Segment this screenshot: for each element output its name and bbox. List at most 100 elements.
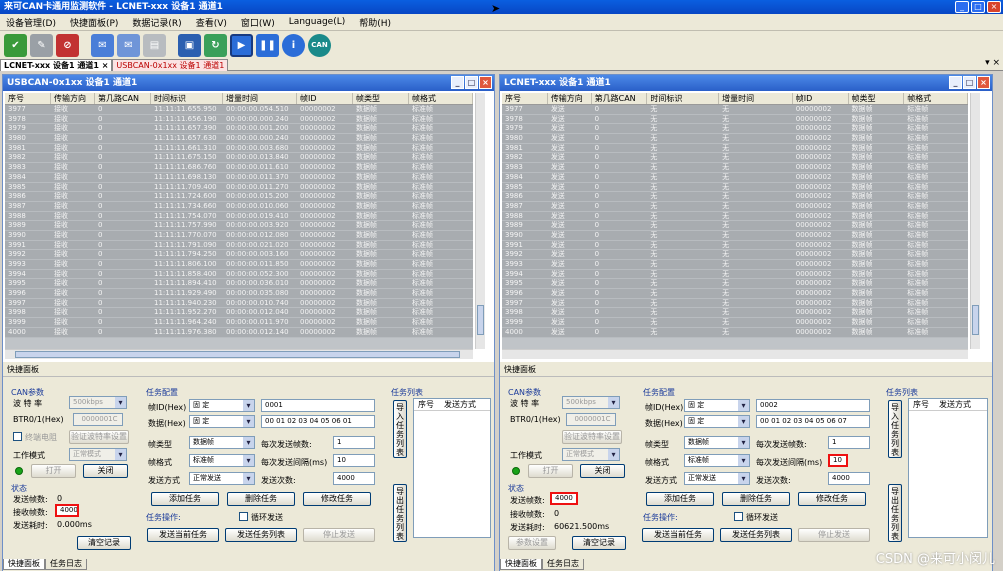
tab-lcnet[interactable]: LCNET-xxx 设备1 通道1 × <box>0 59 113 71</box>
table-row[interactable]: 3992 接收 0 11:11:11.794.250 00:00:00.003.160 0… <box>5 250 473 260</box>
tab-usbcan[interactable]: USBCAN-0x1xx 设备1 通道1 <box>112 59 229 71</box>
horizontal-scrollbar[interactable] <box>502 349 968 359</box>
scroll-thumb[interactable] <box>972 305 979 335</box>
close-icon[interactable]: × <box>977 76 990 89</box>
table-row[interactable]: 3990 发送 0 无 无 00000002 数据帧 标准帧 <box>502 230 968 241</box>
close-icon[interactable]: × <box>987 1 1001 13</box>
table-row[interactable]: 3980 发送 0 无 无 00000002 数据帧 标准帧 <box>502 134 968 144</box>
menu-view[interactable]: 查看(V) <box>196 16 227 29</box>
table-row[interactable]: 3995 发送 0 无 无 00000002 数据帧 标准帧 <box>502 279 968 290</box>
frame-id-input[interactable]: 0001 <box>261 399 375 412</box>
can-logo-icon[interactable]: CAN <box>308 33 331 57</box>
data-input[interactable]: 00 01 02 03 04 05 06 07 <box>756 415 870 428</box>
delete-task-button[interactable]: 删除任务 <box>722 492 790 506</box>
table-row[interactable]: 3997 接收 0 11:11:11.940.230 00:00:00.010.740 0… <box>5 298 473 309</box>
param-settings-button[interactable]: 参数设置 <box>508 536 556 550</box>
message-grid[interactable]: 序号 传输方向 第几路CAN 时间标识 增量时间 帧ID 帧类型 帧格式 3977 发送 0 无无 0… <box>502 93 968 349</box>
clear-record-button[interactable]: 清空记录 <box>77 536 131 550</box>
table-row[interactable]: 3983 发送 0 无 无 00000002 数据帧 标准帧 <box>502 163 968 173</box>
baud-select[interactable]: 500kbps <box>562 396 620 409</box>
table-row[interactable]: 3994 发送 0 无 无 00000002 数据帧 标准帧 <box>502 269 968 280</box>
close-button[interactable]: 关闭 <box>580 464 625 478</box>
column-header[interactable]: 帧格式 <box>904 93 968 104</box>
frame-type-select[interactable]: 数据帧 <box>189 436 255 449</box>
minimize-icon[interactable]: _ <box>955 1 969 13</box>
menu-window[interactable]: 窗口(W) <box>241 16 275 29</box>
export-task-list-button[interactable]: 导出任务列表 <box>888 484 902 542</box>
tab-scroll-icon[interactable]: ▾ × <box>985 58 1000 68</box>
frame-format-select[interactable]: 标准帧 <box>684 454 750 467</box>
send-current-task-button[interactable]: 发送当前任务 <box>147 528 219 542</box>
modify-task-button[interactable]: 修改任务 <box>798 492 866 506</box>
table-row[interactable]: 3991 发送 0 无 无 00000002 数据帧 标准帧 <box>502 240 968 251</box>
tab-quick-panel[interactable]: 快捷面板 <box>3 559 45 570</box>
frame-format-select[interactable]: 标准帧 <box>189 454 255 467</box>
column-header[interactable]: 序号 <box>5 93 51 104</box>
table-row[interactable]: 3981 接收 0 11:11:11.661.310 00:00:00.003.680 0… <box>5 143 473 154</box>
table-row[interactable]: 3995 接收 0 11:11:11.894.410 00:00:00.036.010 0… <box>5 279 473 290</box>
table-row[interactable]: 3979 发送 0 无 无 00000002 数据帧 标准帧 <box>502 124 968 135</box>
table-row[interactable]: 3997 发送 0 无 无 00000002 数据帧 标准帧 <box>502 298 968 309</box>
modify-task-button[interactable]: 修改任务 <box>303 492 371 506</box>
send-interval-input[interactable]: 10 <box>828 454 848 467</box>
close-button[interactable]: 关闭 <box>83 464 128 478</box>
export-task-list-button[interactable]: 导出任务列表 <box>393 484 407 542</box>
frame-id-mode-select[interactable]: 固 定 <box>189 399 255 412</box>
import-task-list-button[interactable]: 导入任务列表 <box>393 400 407 458</box>
open-button[interactable]: 打开 <box>31 464 76 478</box>
table-row[interactable]: 3991 接收 0 11:11:11.791.090 00:00:00.021.020 0… <box>5 240 473 251</box>
frame-id-input[interactable]: 0002 <box>756 399 870 412</box>
table-row[interactable]: 3978 发送 0 无 无 00000002 数据帧 标准帧 <box>502 114 968 125</box>
table-row[interactable]: 3989 接收 0 11:11:11.757.990 00:00:00.003.920 0… <box>5 221 473 231</box>
data-mode-select[interactable]: 固 定 <box>684 415 750 428</box>
close-icon[interactable]: × <box>479 76 492 89</box>
send-times-input[interactable]: 4000 <box>333 472 375 485</box>
table-row[interactable]: 4000 接收 0 11:11:11.976.380 00:00:00.012.140 0… <box>5 327 473 338</box>
terminal-resistor-checkbox[interactable] <box>13 432 22 441</box>
table-row[interactable]: 3982 发送 0 无 无 00000002 数据帧 标准帧 <box>502 153 968 164</box>
table-row[interactable]: 3986 接收 0 11:11:11.724.600 00:00:00.015.200 0… <box>5 192 473 202</box>
clear-record-button[interactable]: 清空记录 <box>572 536 626 550</box>
baud-select[interactable]: 500kbps <box>69 396 127 409</box>
send-all-icon[interactable]: ✉ <box>117 33 140 57</box>
table-row[interactable]: 3977 接收 0 11:11:11.655.950 00:00:00.054.510 0… <box>5 105 473 115</box>
table-row[interactable]: 3998 发送 0 无 无 00000002 数据帧 标准帧 <box>502 308 968 319</box>
table-row[interactable]: 3980 接收 0 11:11:11.657.630 00:00:00.000.240 0… <box>5 134 473 144</box>
task-list-table[interactable]: 序号 发送方式 <box>908 398 988 538</box>
loop-send-checkbox[interactable] <box>239 512 248 521</box>
send-task-list-button[interactable]: 发送任务列表 <box>225 528 297 542</box>
stop-send-button[interactable]: 停止发送 <box>303 528 375 542</box>
column-header[interactable]: 帧格式 <box>409 93 473 104</box>
table-row[interactable]: 3990 接收 0 11:11:11.770.070 00:00:00.012.080 0… <box>5 230 473 241</box>
task-list-table[interactable]: 序号 发送方式 <box>413 398 491 538</box>
column-header[interactable]: 时间标识 <box>151 93 223 104</box>
open-button[interactable]: 打开 <box>528 464 573 478</box>
check-icon[interactable]: ✔ <box>4 33 27 57</box>
btr-input[interactable]: 0000001C <box>73 413 123 426</box>
column-header[interactable]: 帧类型 <box>353 93 409 104</box>
stop-icon[interactable]: ⊘ <box>56 33 79 57</box>
column-header[interactable]: 帧ID <box>793 93 849 104</box>
scroll-thumb[interactable] <box>477 305 484 335</box>
restore-icon[interactable]: □ <box>963 76 976 89</box>
tab-quick-panel[interactable]: 快捷面板 <box>500 559 542 570</box>
column-header[interactable]: 增量时间 <box>223 93 297 104</box>
tab-task-log[interactable]: 任务日志 <box>542 559 584 570</box>
send-mode-select[interactable]: 正常发送 <box>189 472 255 485</box>
verify-baud-button[interactable]: 验证波特率设置 <box>562 430 622 444</box>
table-row[interactable]: 3999 发送 0 无 无 00000002 数据帧 标准帧 <box>502 318 968 328</box>
frames-per-send-input[interactable]: 1 <box>828 436 870 449</box>
table-row[interactable]: 3984 发送 0 无 无 00000002 数据帧 标准帧 <box>502 172 968 183</box>
verify-baud-button[interactable]: 验证波特率设置 <box>69 430 129 444</box>
send-mode-select[interactable]: 正常发送 <box>684 472 750 485</box>
table-row[interactable]: 3994 接收 0 11:11:11.858.400 00:00:00.052.300 0… <box>5 269 473 280</box>
table-row[interactable]: 3988 接收 0 11:11:11.754.070 00:00:00.019.410 0… <box>5 211 473 222</box>
send-times-input[interactable]: 4000 <box>828 472 870 485</box>
horizontal-scrollbar[interactable] <box>5 349 473 359</box>
data-mode-select[interactable]: 固 定 <box>189 415 255 428</box>
pause-icon[interactable]: ❚❚ <box>256 33 279 57</box>
scroll-thumb[interactable] <box>15 351 460 358</box>
table-row[interactable]: 3992 发送 0 无 无 00000002 数据帧 标准帧 <box>502 250 968 260</box>
column-header[interactable]: 传输方向 <box>548 93 592 104</box>
table-row[interactable]: 3999 接收 0 11:11:11.964.240 00:00:00.011.970 0… <box>5 318 473 328</box>
